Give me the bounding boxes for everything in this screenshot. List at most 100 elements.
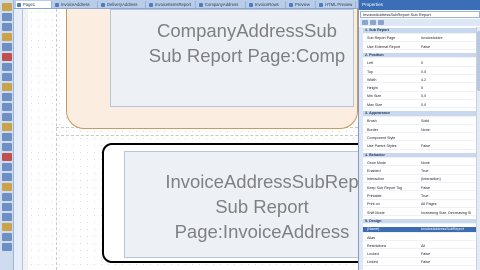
tab-preview[interactable]: Preview <box>288 1 316 8</box>
property-category[interactable]: 5. Design <box>363 218 476 225</box>
checkbox-tool-icon[interactable] <box>2 113 12 121</box>
property-value[interactable]: Increasing Size, Decreasing Si <box>421 211 476 216</box>
text-tool-icon[interactable] <box>2 13 12 21</box>
design-canvas[interactable]: CompanyAddressSub Sub Report Page:Comp I… <box>14 9 358 270</box>
property-value[interactable]: 0,0 <box>421 94 476 99</box>
property-value[interactable]: Solid <box>421 119 476 124</box>
property-value[interactable]: 0.5 <box>421 70 476 75</box>
property-value[interactable]: False <box>421 260 476 265</box>
property-category[interactable]: 4. Behavior <box>363 152 476 158</box>
property-row[interactable]: Print on All Pages <box>363 202 476 208</box>
property-value[interactable]: None <box>421 128 476 133</box>
rich-text-tool-icon[interactable] <box>2 23 12 31</box>
tab-company-address[interactable]: CompanyAddress <box>198 1 246 8</box>
property-row[interactable]: Min Size 0,0 <box>363 94 476 100</box>
property-row[interactable]: Brush Solid <box>363 119 476 125</box>
tab-label: InvoiceItemsReport <box>155 2 192 7</box>
property-row[interactable]: Max Size 0,0 <box>363 103 476 109</box>
footer-band-tool-icon[interactable] <box>2 143 12 151</box>
property-row[interactable]: Keep Sub Report Tog False <box>363 186 476 192</box>
property-value[interactable]: All <box>421 244 476 249</box>
tab-html-preview[interactable]: HTML Preview <box>318 1 356 8</box>
property-category[interactable]: 3. Appearance <box>363 111 476 117</box>
property-row[interactable]: Linked False <box>363 260 476 266</box>
alphabetical-view-icon[interactable] <box>370 20 376 25</box>
data-band-tool-icon[interactable] <box>2 153 12 161</box>
property-row[interactable]: Interaction (Interaction) <box>363 177 476 183</box>
band-divider <box>56 135 358 136</box>
barcode-tool-icon[interactable] <box>2 43 12 51</box>
categorized-view-icon[interactable] <box>362 20 368 25</box>
property-row[interactable]: Component Style <box>363 136 476 142</box>
property-row[interactable]: Printable True <box>363 194 476 200</box>
child-band-tool-icon[interactable] <box>2 183 12 191</box>
page-margin-line <box>56 9 57 270</box>
tab-page1[interactable]: Page1 <box>16 1 52 8</box>
object-selector[interactable]: InvoiceAddressSubReport Sub Report <box>360 11 480 18</box>
chart-tool-icon[interactable] <box>2 83 12 91</box>
property-value[interactable]: 0 <box>421 61 476 66</box>
property-value[interactable]: None <box>421 161 476 166</box>
property-category[interactable]: 2. Position <box>363 52 476 59</box>
shape-tool-icon[interactable] <box>2 53 12 61</box>
column-band-tool-icon[interactable] <box>2 213 12 221</box>
pointer-tool-icon[interactable] <box>2 3 12 11</box>
overlay-band-tool-icon[interactable] <box>2 203 12 211</box>
sparkline-tool-icon[interactable] <box>2 243 12 251</box>
property-row[interactable]: Left 0 <box>363 61 476 67</box>
line-tool-icon[interactable] <box>2 63 12 71</box>
tab-invoice-address[interactable]: InvoiceAddress <box>54 1 98 8</box>
property-value[interactable]: 0,0 <box>421 103 476 108</box>
property-row[interactable]: (Name) InvoiceAddressSubReport <box>363 227 476 233</box>
property-name: 5. Design <box>365 218 382 223</box>
tab-delivery-address[interactable]: DeliveryAddress <box>100 1 146 8</box>
property-row[interactable]: Border None <box>363 128 476 134</box>
property-name: Sub Report Page <box>367 36 396 41</box>
events-icon[interactable] <box>378 20 384 25</box>
property-name: Width <box>367 77 377 82</box>
tab-invoice-items-report[interactable]: InvoiceItemsReport <box>148 1 196 8</box>
property-row[interactable]: Restrictions All <box>363 244 476 250</box>
property-value[interactable]: True <box>421 169 476 174</box>
property-name: Min Size <box>367 94 382 99</box>
property-value[interactable]: False <box>421 252 476 257</box>
property-row[interactable]: Use External Report False <box>363 45 476 51</box>
property-value[interactable]: All Pages <box>421 202 476 207</box>
properties-scrollbar[interactable] <box>476 27 480 270</box>
gauge-tool-icon[interactable] <box>2 233 12 241</box>
subreport-tool-icon[interactable] <box>2 103 12 111</box>
property-row[interactable]: Shift Mode Increasing Size, Decreasing Si <box>363 211 476 217</box>
property-row[interactable]: Enabled True <box>363 169 476 175</box>
tab-invoice-rows[interactable]: InvoiceRows <box>248 1 286 8</box>
table-tool-icon[interactable] <box>2 93 12 101</box>
property-value[interactable]: InvoiceAddressSubReport <box>421 227 476 232</box>
map-tool-icon[interactable] <box>2 223 12 231</box>
property-value[interactable]: False <box>421 186 476 191</box>
band-tool-icon[interactable] <box>2 123 12 131</box>
property-row[interactable]: Width 4.2 <box>363 78 476 84</box>
panel-tool-icon[interactable] <box>2 73 12 81</box>
property-category[interactable]: 1. Sub Report <box>363 28 476 34</box>
property-value[interactable]: 4.2 <box>421 78 476 83</box>
image-tool-icon[interactable] <box>2 33 12 41</box>
property-value[interactable]: InvoiceAddre <box>421 36 476 41</box>
html-icon <box>319 3 323 7</box>
property-row[interactable]: Grow Mode None <box>363 161 476 167</box>
property-value[interactable]: False <box>421 45 476 50</box>
property-value[interactable]: 5 <box>421 86 476 91</box>
property-value[interactable]: (Interaction) <box>421 177 476 182</box>
property-row[interactable]: Locked False <box>363 252 476 258</box>
empty-band-tool-icon[interactable] <box>2 193 12 201</box>
property-value[interactable]: False <box>421 144 476 149</box>
property-name: Component Style <box>367 135 396 140</box>
group-band-tool-icon[interactable] <box>2 163 12 171</box>
property-value[interactable]: True <box>421 194 476 199</box>
property-row[interactable]: Sub Report Page InvoiceAddre <box>363 36 476 42</box>
property-row[interactable]: Height 5 <box>363 86 476 92</box>
property-name: Use External Report <box>367 44 401 49</box>
cross-band-tool-icon[interactable] <box>2 173 12 181</box>
property-row[interactable]: Top 0.5 <box>363 70 476 75</box>
property-row[interactable]: Use Parent Styles False <box>363 144 476 150</box>
header-band-tool-icon[interactable] <box>2 133 12 141</box>
property-row[interactable]: Alias <box>363 236 476 241</box>
